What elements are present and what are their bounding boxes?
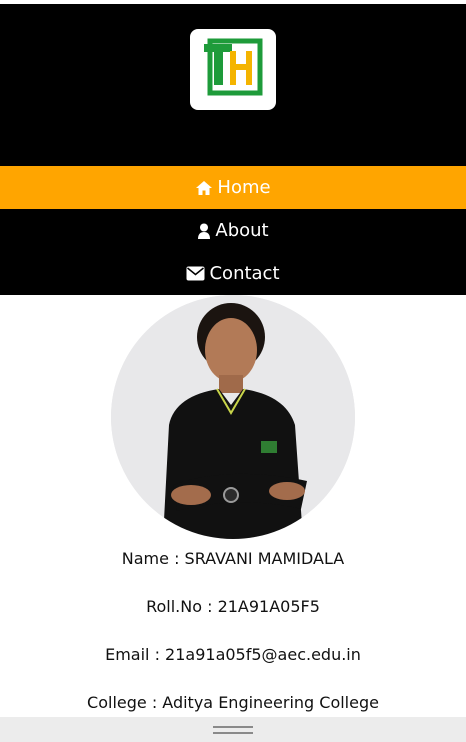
profile-section: Name : SRAVANI MAMIDALA Roll.No : 21A91A…: [0, 295, 466, 712]
profile-name: Name : SRAVANI MAMIDALA: [121, 549, 345, 568]
profile-photo: [111, 295, 355, 539]
bottom-sheet-bar[interactable]: [0, 717, 466, 742]
user-icon: [197, 223, 211, 239]
brand-logo[interactable]: [190, 29, 276, 110]
profile-roll-no: Roll.No : 21A91A05F5: [146, 597, 320, 616]
site-header: [0, 4, 466, 166]
profile-email: Email : 21a91a05f5@aec.edu.in: [105, 645, 361, 664]
nav-item-contact-label: Contact: [209, 263, 280, 284]
nav-item-about-label: About: [215, 220, 269, 241]
nav-item-home[interactable]: Home: [0, 166, 466, 209]
drag-handle-icon[interactable]: [213, 725, 253, 734]
nav-item-contact[interactable]: Contact: [0, 252, 466, 295]
nav-item-home-label: Home: [217, 177, 271, 198]
profile-college: College : Aditya Engineering College: [87, 693, 379, 712]
main-nav: Home About Contact: [0, 166, 466, 295]
th-logo-icon: [204, 38, 263, 96]
nav-item-about[interactable]: About: [0, 209, 466, 252]
home-icon: [195, 180, 213, 196]
envelope-icon: [186, 266, 205, 281]
